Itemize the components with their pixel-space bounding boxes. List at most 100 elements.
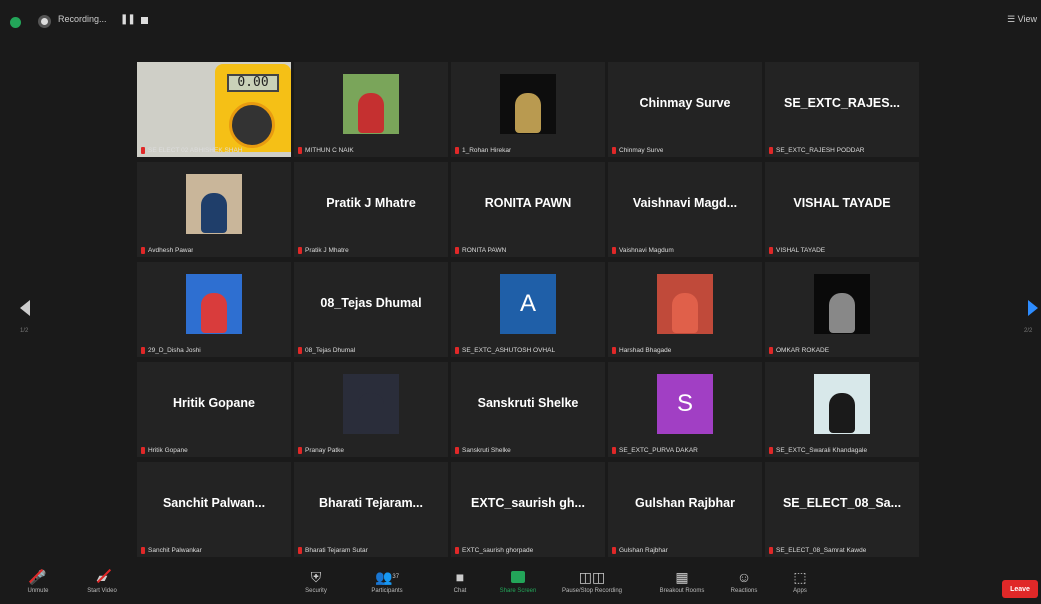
participant-tile[interactable]: Harshad Bhagade xyxy=(608,262,762,357)
participant-name-label: Harshad Bhagade xyxy=(612,347,671,354)
participant-name-text: 29_D_Disha Joshi xyxy=(148,347,201,354)
reactions-button[interactable]: ☺ Reactions xyxy=(714,566,774,594)
participant-tile[interactable]: Chinmay Surve Chinmay Surve xyxy=(608,62,762,157)
microphone-muted-icon xyxy=(769,347,773,354)
person-figure xyxy=(829,392,855,433)
pause-icon[interactable]: ❚❚ xyxy=(120,14,136,25)
participant-tile[interactable]: SE_ELECT_08_Sa... SE_ELECT_08_Samrat Kawd… xyxy=(765,462,919,557)
microphone-muted-icon xyxy=(612,147,616,154)
chat-button[interactable]: ■ Chat xyxy=(430,566,490,594)
pause-stop-icon: ◫◫ xyxy=(578,568,606,585)
participant-tile[interactable]: 0.00 SE ELECT 02 ABHISHEK SHAH xyxy=(137,62,291,157)
shield-icon[interactable] xyxy=(10,17,21,28)
participants-button[interactable]: 👥 37 Participants xyxy=(357,566,417,595)
recording-label[interactable]: Recording... xyxy=(58,14,107,24)
participant-name-label: 1_Rohan Hirekar xyxy=(455,147,511,154)
breakout-rooms-button[interactable]: ▦ Breakout Rooms xyxy=(652,566,712,595)
participant-display-name: Bharati Tejaram... xyxy=(319,495,423,510)
participant-display-name: EXTC_saurish gh... xyxy=(471,495,585,510)
participant-name-label: Chinmay Surve xyxy=(612,147,663,154)
person-figure xyxy=(201,192,227,233)
multimeter-image: 0.00 xyxy=(215,64,291,152)
participant-name-label: Avdhesh Pawar xyxy=(141,247,193,254)
participant-name-label: Vaishnavi Magdum xyxy=(612,247,674,254)
participant-name-text: Hritik Gopane xyxy=(148,447,188,454)
person-figure xyxy=(829,292,855,333)
avatar-letter: A xyxy=(519,289,536,317)
microphone-muted-icon xyxy=(612,247,616,254)
microphone-muted-icon xyxy=(298,547,302,554)
previous-page-arrow-icon[interactable] xyxy=(20,300,30,316)
participant-tile[interactable]: Hritik Gopane Hritik Gopane xyxy=(137,362,291,457)
participant-name-label: RONITA PAWN xyxy=(455,247,506,254)
participant-display-name: SE_EXTC_RAJES... xyxy=(783,95,900,110)
participant-name-text: SE_EXTC_Swarali Khandagale xyxy=(776,447,868,454)
participant-name-label: SE_ELECT_08_Samrat Kawde xyxy=(769,547,866,554)
unmute-button[interactable]: 🎤 Unmute xyxy=(8,566,68,595)
microphone-muted-icon xyxy=(769,147,773,154)
profile-photo xyxy=(500,73,556,134)
participant-tile[interactable]: EXTC_saurish gh... EXTC_saurish ghorpade xyxy=(451,462,605,557)
stop-icon[interactable] xyxy=(141,17,148,24)
meeting-toolbar: 🎤 Unmute ▰ Start Video ⛨ Security 👥 37 Pa… xyxy=(0,566,1041,604)
view-button[interactable]: ☰ View xyxy=(1007,14,1037,25)
participant-name-label: Pratik J Mhatre xyxy=(298,247,349,254)
chat-icon: ■ xyxy=(455,569,465,585)
microphone-muted-icon xyxy=(455,447,459,454)
participants-label: Participants xyxy=(371,588,403,594)
participant-display-name: Pratik J Mhatre xyxy=(326,195,416,210)
participant-tile[interactable]: Sanchit Palwan... Sanchit Palwankar xyxy=(137,462,291,557)
person-figure xyxy=(515,92,541,133)
participant-tile[interactable]: Pranay Patke xyxy=(294,362,448,457)
participant-name-text: Chinmay Surve xyxy=(619,147,664,154)
microphone-muted-icon xyxy=(141,247,145,254)
microphone-muted-icon xyxy=(612,447,616,454)
participant-tile[interactable]: MITHUN C NAIK xyxy=(294,62,448,157)
participant-tile[interactable]: S SE_EXTC_PURVA DAKAR xyxy=(608,362,762,457)
security-label: Security xyxy=(305,588,327,594)
participant-name-text: 08_Tejas Dhumal xyxy=(305,347,356,354)
profile-photo xyxy=(343,373,399,434)
participant-name-text: RONITA PAWN xyxy=(462,247,507,254)
participant-tile[interactable]: Vaishnavi Magd... Vaishnavi Magdum xyxy=(608,162,762,257)
participant-tile[interactable]: 1_Rohan Hirekar xyxy=(451,62,605,157)
participant-name-text: SE ELECT 02 ABHISHEK SHAH xyxy=(148,147,243,154)
participant-name-text: SE_EXTC_RAJESH PODDAR xyxy=(776,147,865,154)
participant-tile[interactable]: Avdhesh Pawar xyxy=(137,162,291,257)
participant-tile[interactable]: 29_D_Disha Joshi xyxy=(137,262,291,357)
page-indicator-right: 2/2 xyxy=(1024,328,1033,334)
participant-tile[interactable]: VISHAL TAYADE VISHAL TAYADE xyxy=(765,162,919,257)
participant-tile[interactable]: 08_Tejas Dhumal 08_Tejas Dhumal xyxy=(294,262,448,357)
microphone-muted-icon xyxy=(455,547,459,554)
participant-display-name: Chinmay Surve xyxy=(639,95,731,110)
microphone-muted-icon xyxy=(769,247,773,254)
participant-tile[interactable]: SE_EXTC_RAJES... SE_EXTC_RAJESH PODDAR xyxy=(765,62,919,157)
participant-name-label: Sanchit Palwankar xyxy=(141,547,202,554)
microphone-muted-icon: 🎤 xyxy=(29,566,46,588)
participant-name-label: Pranay Patke xyxy=(298,447,344,454)
participant-tile[interactable]: Gulshan Rajbhar Gulshan Rajbhar xyxy=(608,462,762,557)
participant-name-label: SE_EXTC_Swarali Khandagale xyxy=(769,447,867,454)
participant-tile[interactable]: OMKAR ROKADE xyxy=(765,262,919,357)
participant-tile[interactable]: Pratik J Mhatre Pratik J Mhatre xyxy=(294,162,448,257)
share-screen-button[interactable]: Share Screen xyxy=(488,566,548,594)
participant-name-label: 08_Tejas Dhumal xyxy=(298,347,355,354)
leave-button[interactable]: Leave xyxy=(1002,580,1038,598)
participant-tile[interactable]: A SE_EXTC_ASHUTOSH OVHAL xyxy=(451,262,605,357)
participant-name-text: SE_EXTC_ASHUTOSH OVHAL xyxy=(462,347,556,354)
participant-tile[interactable]: RONITA PAWN RONITA PAWN xyxy=(451,162,605,257)
recording-icon[interactable] xyxy=(38,15,51,28)
breakout-label: Breakout Rooms xyxy=(659,588,705,594)
participant-name-label: VISHAL TAYADE xyxy=(769,247,825,254)
participant-tile[interactable]: Bharati Tejaram... Bharati Tejaram Sutar xyxy=(294,462,448,557)
apps-button[interactable]: ⬚ Apps xyxy=(770,566,830,595)
reactions-label: Reactions xyxy=(730,588,758,594)
next-page-arrow-icon[interactable] xyxy=(1028,300,1038,316)
start-video-button[interactable]: ▰ Start Video xyxy=(72,566,132,595)
pause-stop-recording-button[interactable]: ◫◫ Pause/Stop Recording xyxy=(562,566,622,595)
participant-tile[interactable]: Sanskruti Shelke Sanskruti Shelke xyxy=(451,362,605,457)
participant-tile[interactable]: SE_EXTC_Swarali Khandagale xyxy=(765,362,919,457)
video-off-icon: ▰ xyxy=(97,566,108,588)
security-button[interactable]: ⛨ Security xyxy=(286,566,346,595)
microphone-muted-icon xyxy=(455,147,459,154)
